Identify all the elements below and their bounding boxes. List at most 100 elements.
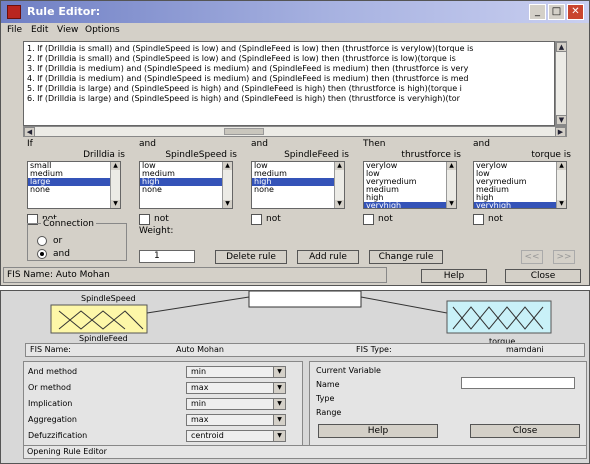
- fis-type-value: mamdani: [506, 345, 544, 354]
- menu-edit[interactable]: Edit: [31, 25, 48, 35]
- column-keyword: and: [139, 139, 156, 149]
- maximize-icon[interactable]: □: [548, 4, 565, 20]
- not-checkbox[interactable]: [473, 213, 484, 225]
- chevron-down-icon[interactable]: ▼: [273, 367, 285, 377]
- implication-label: Implication: [28, 399, 73, 408]
- scroll-down-icon[interactable]: ▼: [335, 200, 344, 208]
- defuzzification-select[interactable]: centroid ▼: [186, 430, 286, 442]
- chevron-down-icon[interactable]: ▼: [273, 383, 285, 393]
- and-method-label: And method: [28, 367, 78, 376]
- scroll-right-icon[interactable]: ▶: [555, 127, 566, 137]
- fis-close-button[interactable]: Close: [470, 424, 580, 438]
- not-label: not: [154, 214, 169, 224]
- spindlefeed-block[interactable]: [50, 304, 148, 334]
- add-rule-button[interactable]: Add rule: [297, 250, 359, 264]
- input-label-spindlefeed: SpindleFeed: [79, 334, 128, 343]
- rule-item[interactable]: 5. If (Drilldia is large) and (SpindleSp…: [27, 84, 551, 94]
- cv-name-input[interactable]: [461, 377, 575, 389]
- rule-editor-window: Rule Editor: _ □ ✕ File Edit View Option…: [0, 0, 590, 286]
- select-value: min: [191, 399, 207, 408]
- rule-item[interactable]: 2. If (Drilldia is small) and (SpindleSp…: [27, 54, 551, 64]
- and-method-select[interactable]: min ▼: [186, 366, 286, 378]
- and-method-row: And method min ▼: [24, 366, 304, 378]
- scroll-up-icon[interactable]: ▲: [557, 162, 566, 170]
- and-radio[interactable]: [37, 249, 47, 259]
- scroll-down-icon[interactable]: ▼: [223, 200, 232, 208]
- aggregation-row: Aggregation max ▼: [24, 414, 304, 426]
- list-item[interactable]: veryhigh: [364, 202, 456, 208]
- consequent-thrustforce: Then thrustforce is verylow low verymediu…: [363, 139, 467, 225]
- current-variable-panel: Current Variable Name Type Range Help Cl…: [309, 361, 587, 449]
- scroll-down-icon[interactable]: ▼: [556, 115, 567, 125]
- column-label: SpindleSpeed is: [165, 150, 237, 160]
- drilldia-listbox[interactable]: small medium large none ▲ ▼: [27, 161, 121, 209]
- menu-file[interactable]: File: [7, 25, 22, 35]
- not-checkbox[interactable]: [139, 213, 150, 225]
- list-item[interactable]: veryhigh: [474, 202, 566, 208]
- minimize-icon[interactable]: _: [529, 4, 546, 20]
- scroll-up-icon[interactable]: ▲: [111, 162, 120, 170]
- fis-status-bar: Opening Rule Editor: [23, 445, 587, 459]
- next-rule-button[interactable]: >>: [553, 250, 575, 264]
- cv-type-label: Type: [316, 394, 335, 403]
- title-bar[interactable]: Rule Editor: _ □ ✕: [1, 1, 589, 23]
- select-value: max: [191, 383, 209, 392]
- scroll-down-icon[interactable]: ▼: [557, 200, 566, 208]
- rules-list[interactable]: 1. If (Drilldia is small) and (SpindleSp…: [23, 41, 555, 126]
- prev-rule-button[interactable]: <<: [521, 250, 543, 264]
- list-scrollbar[interactable]: ▲ ▼: [222, 162, 232, 208]
- or-method-row: Or method max ▼: [24, 382, 304, 394]
- list-scrollbar[interactable]: ▲ ▼: [446, 162, 456, 208]
- scroll-down-icon[interactable]: ▼: [111, 200, 120, 208]
- or-method-select[interactable]: max ▼: [186, 382, 286, 394]
- list-item[interactable]: none: [28, 186, 120, 194]
- scroll-up-icon[interactable]: ▲: [335, 162, 344, 170]
- antecedent-spindlefeed: and SpindleFeed is low medium high none ▲…: [251, 139, 355, 225]
- spindlefeed-listbox[interactable]: low medium high none ▲ ▼: [251, 161, 345, 209]
- scroll-left-icon[interactable]: ◀: [24, 127, 35, 137]
- menu-view[interactable]: View: [57, 25, 78, 35]
- aggregation-select[interactable]: max ▼: [186, 414, 286, 426]
- rule-item[interactable]: 3. If (Drilldia is medium) and (SpindleS…: [27, 64, 551, 74]
- torque-output-block[interactable]: [446, 300, 552, 334]
- rules-vertical-scrollbar[interactable]: ▲ ▼: [555, 41, 567, 126]
- chevron-down-icon[interactable]: ▼: [273, 399, 285, 409]
- menu-options[interactable]: Options: [85, 25, 120, 35]
- fis-help-button[interactable]: Help: [318, 424, 438, 438]
- scroll-up-icon[interactable]: ▲: [556, 42, 567, 52]
- fis-info-row: FIS Name: Auto Mohan FIS Type: mamdani: [25, 343, 585, 357]
- scroll-thumb[interactable]: [224, 128, 264, 135]
- list-scrollbar[interactable]: ▲ ▼: [556, 162, 566, 208]
- help-button[interactable]: Help: [421, 269, 487, 283]
- not-checkbox[interactable]: [251, 213, 262, 225]
- rule-block[interactable]: [248, 291, 362, 308]
- list-item[interactable]: none: [140, 186, 232, 194]
- thrustforce-listbox[interactable]: verylow low verymedium medium high veryh…: [363, 161, 457, 209]
- scroll-down-icon[interactable]: ▼: [447, 200, 456, 208]
- torque-listbox[interactable]: verylow low verymedium medium high veryh…: [473, 161, 567, 209]
- chevron-down-icon[interactable]: ▼: [273, 415, 285, 425]
- aggregation-label: Aggregation: [28, 415, 77, 424]
- weight-input[interactable]: 1: [139, 250, 195, 263]
- rule-item[interactable]: 1. If (Drilldia is small) and (SpindleSp…: [27, 44, 551, 54]
- implication-row: Implication min ▼: [24, 398, 304, 410]
- scroll-up-icon[interactable]: ▲: [447, 162, 456, 170]
- chevron-down-icon[interactable]: ▼: [273, 431, 285, 441]
- list-item[interactable]: none: [252, 186, 344, 194]
- spindlespeed-listbox[interactable]: low medium high none ▲ ▼: [139, 161, 233, 209]
- close-icon[interactable]: ✕: [567, 4, 584, 20]
- delete-rule-button[interactable]: Delete rule: [215, 250, 287, 264]
- fis-diagram: SpindleSpeed SpindleFeed torque: [50, 291, 552, 346]
- rule-item[interactable]: 4. If (Drilldia is medium) and (SpindleS…: [27, 74, 551, 84]
- not-checkbox[interactable]: [363, 213, 374, 225]
- scroll-up-icon[interactable]: ▲: [223, 162, 232, 170]
- or-radio[interactable]: [37, 236, 47, 246]
- rules-horizontal-scrollbar[interactable]: ◀ ▶: [23, 126, 567, 137]
- implication-select[interactable]: min ▼: [186, 398, 286, 410]
- list-scrollbar[interactable]: ▲ ▼: [334, 162, 344, 208]
- close-button[interactable]: Close: [505, 269, 581, 283]
- column-label: Drilldia is: [83, 150, 125, 160]
- rule-item[interactable]: 6. If (Drilldia is large) and (SpindleSp…: [27, 94, 551, 104]
- change-rule-button[interactable]: Change rule: [369, 250, 443, 264]
- list-scrollbar[interactable]: ▲ ▼: [110, 162, 120, 208]
